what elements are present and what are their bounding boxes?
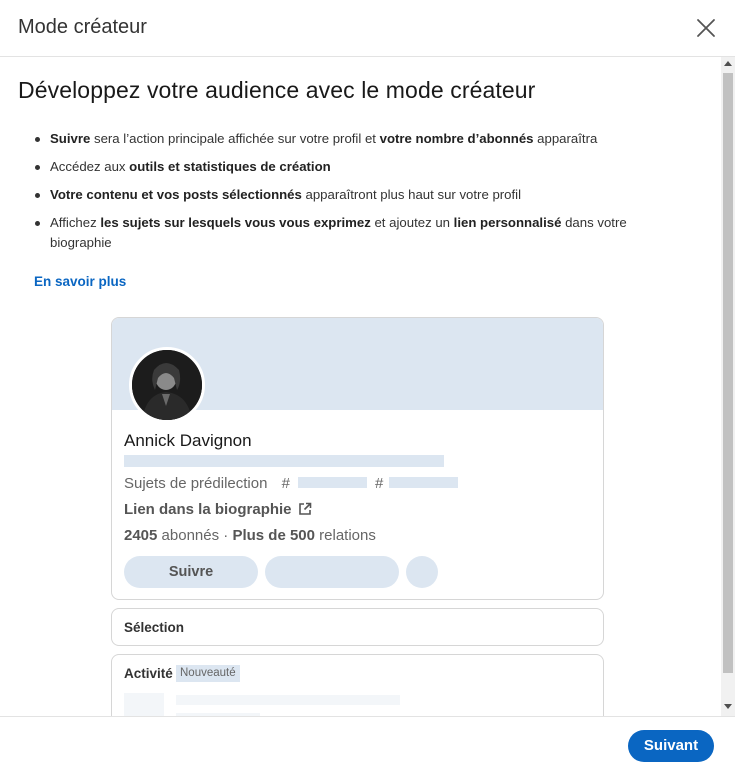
activity-section: Activité Nouveauté [111,654,604,716]
external-link-icon [298,502,312,520]
hash-symbol: # [375,475,384,492]
scrollbar[interactable] [721,57,735,716]
bio-link[interactable]: Lien dans la biographie [124,501,312,520]
creator-mode-dialog: Mode créateur Développez votre audience … [0,0,735,772]
topics-row: Sujets de prédilection # [124,475,290,492]
activity-label: Activité [124,666,173,681]
dialog-content[interactable]: Développez votre audience avec le mode c… [0,57,735,716]
page-headline: Développez votre audience avec le mode c… [18,77,536,103]
follow-button[interactable]: Suivre [124,556,258,588]
selection-section: Sélection [111,608,604,646]
list-item: Suivre sera l’action principale affichée… [34,129,674,149]
dialog-header: Mode créateur [0,0,735,57]
activity-thumb-placeholder [124,693,164,716]
topics-label: Sujets de prédilection [124,475,268,492]
activity-text-placeholder [176,695,400,705]
topic-placeholder [298,477,367,488]
message-button-placeholder[interactable] [265,556,399,588]
hash-symbol: # [281,475,290,492]
feature-list: Suivre sera l’action principale affichée… [34,129,674,261]
list-item: Accédez aux outils et statistiques de cr… [34,157,674,177]
close-icon [697,19,715,37]
list-item: Votre contenu et vos posts sélectionnés … [34,185,674,205]
list-item: Affichez les sujets sur lesquels vous vo… [34,213,674,253]
dialog-footer: Suivant [0,716,735,772]
profile-name: Annick Davignon [124,431,252,450]
more-button-placeholder[interactable] [406,556,438,588]
scroll-down-icon[interactable] [724,704,732,709]
selection-label: Sélection [124,620,185,635]
new-badge: Nouveauté [176,665,240,682]
profile-preview-card: Annick Davignon Sujets de prédilection #… [111,317,604,600]
profile-stats: 2405 abonnés · Plus de 500 relations [124,527,376,544]
scroll-up-icon[interactable] [724,61,732,66]
avatar [129,347,205,423]
learn-more-link[interactable]: En savoir plus [34,274,126,289]
headline-placeholder [124,455,444,467]
next-button[interactable]: Suivant [628,730,714,762]
scrollbar-thumb[interactable] [723,73,733,673]
close-button[interactable] [694,16,718,40]
topic-placeholder [389,477,458,488]
dialog-title: Mode créateur [18,16,147,38]
